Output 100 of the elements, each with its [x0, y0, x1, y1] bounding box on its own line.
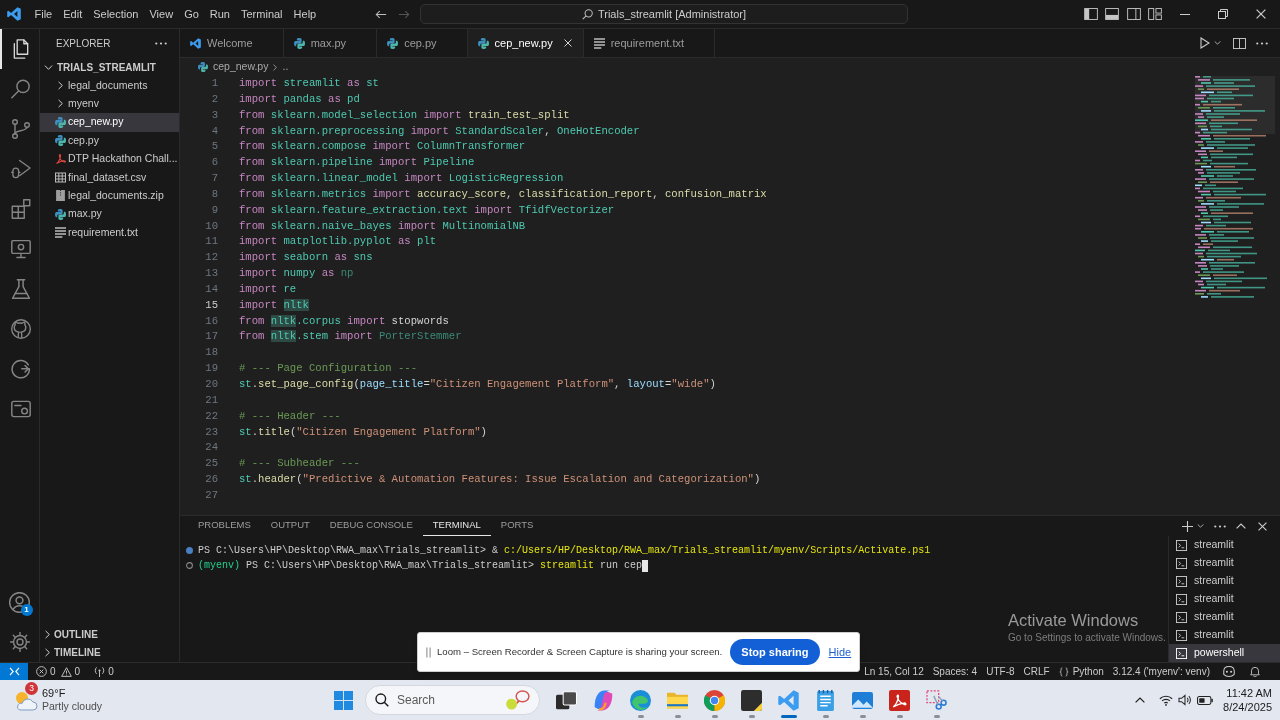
error-icon[interactable]	[36, 666, 47, 677]
menu-item[interactable]: File	[29, 3, 58, 25]
caret-icon[interactable]	[1214, 41, 1221, 45]
status-item[interactable]: CRLF	[1023, 664, 1050, 679]
tree-item[interactable]: DTP Hackathon Chall...	[40, 149, 179, 169]
tricolor-circle-icon[interactable]	[704, 689, 725, 711]
tree-item[interactable]: legal_documents.zip	[40, 186, 179, 206]
swirl-icon[interactable]	[593, 689, 614, 711]
line-number: 10	[204, 218, 218, 234]
tree-item[interactable]: cep_new.py	[40, 113, 179, 132]
status-item[interactable]: Spaces: 4	[932, 664, 978, 679]
tree-item[interactable]: TRIALS_STREAMLIT	[40, 58, 179, 77]
face-icon[interactable]	[1223, 666, 1235, 677]
wifi-icon[interactable]	[1159, 694, 1174, 706]
antenna-icon[interactable]	[94, 666, 106, 677]
split-editor-icon[interactable]	[1233, 37, 1246, 49]
chevron-right-icon	[273, 63, 278, 71]
status-item[interactable]: UTF-8	[986, 664, 1015, 679]
pdf-icon[interactable]	[889, 689, 910, 711]
code-line: import numpy as np	[239, 266, 354, 282]
tree-item[interactable]: requirement.txt	[40, 223, 179, 242]
breadcrumb-item[interactable]: ..	[282, 59, 289, 75]
restore-icon[interactable]	[1218, 9, 1228, 19]
close-icon[interactable]	[1258, 521, 1267, 531]
caret-icon[interactable]	[1197, 524, 1204, 528]
terminal-icon	[1176, 647, 1187, 659]
battery-icon[interactable]	[1197, 695, 1214, 705]
tree-item[interactable]: legal_documents	[40, 76, 179, 95]
run-icon[interactable]	[1200, 37, 1210, 49]
line-number: 7	[210, 171, 218, 187]
tree-item[interactable]: cep.py	[40, 131, 179, 150]
more-icon[interactable]	[1214, 524, 1226, 528]
sidebar-toggle-icon[interactable]	[1083, 8, 1098, 20]
cat-logo-icon	[11, 319, 31, 339]
add-icon[interactable]	[1182, 520, 1193, 532]
tree-item[interactable]: final_dataset.csv	[40, 168, 179, 187]
breadcrumb-item[interactable]: cep_new.py	[213, 59, 269, 75]
menu-item[interactable]: View	[143, 3, 179, 25]
stop-sharing-button[interactable]: Stop sharing	[730, 639, 820, 665]
panel-tab[interactable]: OUTPUT	[260, 516, 320, 536]
account-icon[interactable]	[9, 591, 30, 613]
terminal-session-item[interactable]: streamlit	[1169, 608, 1280, 626]
code-line: import nltk	[239, 297, 309, 313]
clock-date[interactable]: 8/24/2025	[1223, 700, 1272, 714]
activation-message: Go to Settings to activate Windows.	[1008, 631, 1166, 645]
close-icon[interactable]	[563, 39, 572, 47]
menu-item[interactable]: Selection	[87, 3, 144, 25]
menu-item[interactable]: Go	[178, 3, 205, 25]
hide-link[interactable]: Hide	[828, 643, 852, 661]
search-field[interactable]: Search	[365, 685, 540, 715]
back-arrow-icon[interactable]	[375, 9, 387, 19]
panel-tab[interactable]: PROBLEMS	[188, 516, 261, 536]
panel-toggle-icon[interactable]	[1105, 8, 1120, 20]
tree-item[interactable]: myenv	[40, 94, 179, 114]
note-icon[interactable]	[741, 689, 762, 711]
warning-icon[interactable]	[60, 666, 72, 677]
clock-time[interactable]: 11:42 AM	[1226, 686, 1272, 700]
editor-tab[interactable]: cep_new.py	[467, 29, 584, 57]
section-header[interactable]: OUTLINE	[40, 625, 179, 643]
section-header[interactable]: TIMELINE	[40, 643, 179, 661]
status-item[interactable]: 3.12.4 ('myenv': venv)	[1112, 664, 1210, 679]
terminal-session-item[interactable]: streamlit	[1169, 554, 1280, 572]
bell-icon[interactable]	[1250, 666, 1260, 677]
line-number: 21	[204, 392, 218, 408]
command-center[interactable]: Trials_streamlit [Administrator]	[420, 4, 908, 24]
secondary-sidebar-icon[interactable]	[1126, 8, 1141, 20]
menu-item[interactable]: Edit	[57, 3, 88, 25]
more-icon[interactable]	[1256, 41, 1268, 45]
menu-item[interactable]: Terminal	[235, 3, 289, 25]
status-item[interactable]: Python	[1058, 664, 1104, 679]
minimize-icon[interactable]	[1180, 13, 1190, 15]
chevron-up-icon[interactable]	[1135, 697, 1146, 703]
menu-item[interactable]: Help	[288, 3, 322, 25]
tree-item[interactable]: max.py	[40, 205, 179, 224]
start-icon[interactable]	[334, 690, 353, 710]
panel-tab[interactable]: TERMINAL	[422, 516, 491, 536]
wave-circle-icon[interactable]	[630, 689, 651, 711]
code-line: from sklearn.naive_bayes import MultinomialNB	[239, 218, 526, 234]
volume-icon[interactable]	[1178, 694, 1193, 706]
layout-icon[interactable]	[1148, 8, 1163, 20]
terminal-session-item[interactable]: streamlit	[1169, 572, 1280, 590]
app-logo-icon[interactable]	[7, 7, 21, 21]
status-item[interactable]: Ln 15, Col 12	[864, 664, 924, 679]
scissors-icon[interactable]	[926, 689, 947, 711]
screen-icon	[11, 399, 31, 419]
panel-tab[interactable]: PORTS	[490, 516, 544, 536]
menu-item[interactable]: Run	[204, 3, 236, 25]
more-icon[interactable]	[155, 42, 167, 45]
terminal-session-item[interactable]: streamlit	[1169, 536, 1280, 554]
terminal-session-item[interactable]: streamlit	[1169, 626, 1280, 644]
task-view-icon[interactable]	[556, 689, 577, 711]
remote-icon[interactable]	[8, 667, 20, 676]
close-icon[interactable]	[1256, 9, 1266, 19]
notepad-icon[interactable]	[815, 689, 836, 711]
landscape-icon[interactable]	[852, 689, 873, 711]
terminal-session-item[interactable]: powershell	[1169, 644, 1280, 662]
settings-icon[interactable]	[9, 632, 30, 652]
terminal-session-item[interactable]: streamlit	[1169, 590, 1280, 608]
panel-tab[interactable]: DEBUG CONSOLE	[319, 516, 423, 536]
terminal-icon	[1176, 629, 1187, 641]
